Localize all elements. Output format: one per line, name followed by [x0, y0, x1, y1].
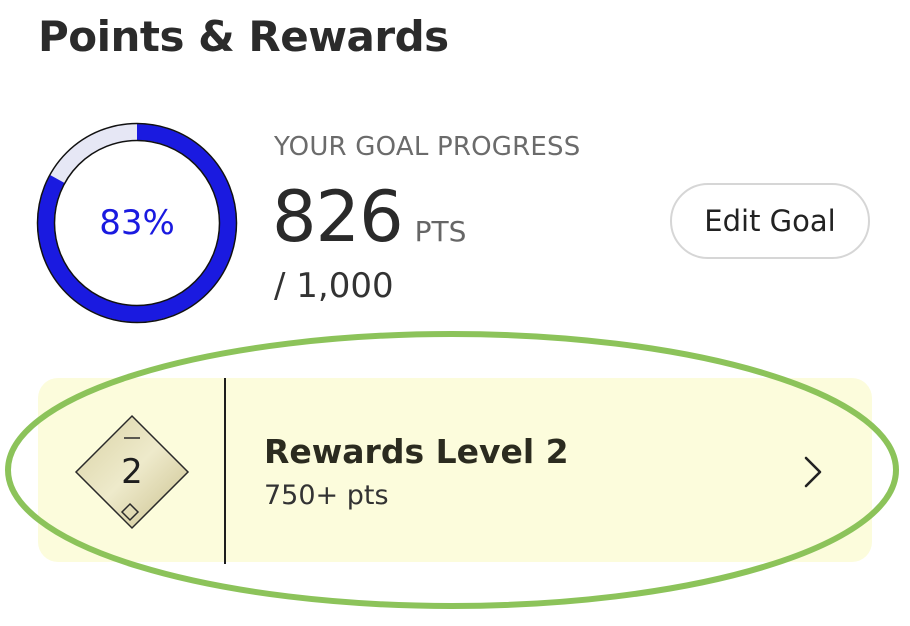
page-title: Points & Rewards — [38, 12, 449, 61]
rewards-level-subtitle: 750+ pts — [264, 480, 389, 511]
level-badge-number: 2 — [121, 452, 143, 492]
goal-points-unit: PTS — [414, 215, 467, 248]
goal-target: / 1,000 — [274, 266, 394, 306]
goal-points-value: 826 — [272, 176, 404, 258]
rewards-level-title: Rewards Level 2 — [264, 432, 569, 471]
chevron-right-icon[interactable] — [796, 452, 830, 492]
level-badge-icon: 2 — [72, 412, 192, 532]
rewards-card-divider — [224, 378, 226, 564]
goal-points: 826 PTS — [272, 176, 466, 258]
goal-progress-ring: 83% — [36, 122, 238, 324]
edit-goal-button[interactable]: Edit Goal — [670, 183, 870, 259]
points-rewards-page: Points & Rewards 83% YOUR GOAL PROGRESS … — [0, 0, 910, 626]
goal-percent: 83% — [99, 203, 175, 243]
goal-progress-label: YOUR GOAL PROGRESS — [274, 132, 581, 162]
